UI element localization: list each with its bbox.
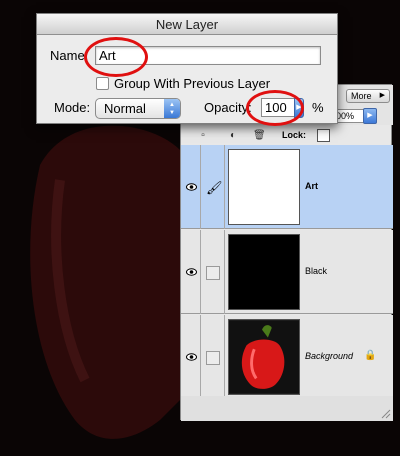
paintbrush-icon: 🖌 <box>206 180 223 195</box>
lock-transparency-checkbox[interactable] <box>317 129 330 142</box>
layer-row-art[interactable]: 🖌 Art <box>181 145 393 229</box>
eye-icon[interactable] <box>186 183 197 191</box>
link-cell[interactable]: 🖌 <box>201 145 225 229</box>
group-checkbox[interactable] <box>96 77 109 90</box>
link-cell[interactable] <box>201 230 225 314</box>
visibility-cell[interactable] <box>181 315 201 399</box>
highlight-circle-opacity <box>246 90 304 126</box>
visibility-cell[interactable] <box>181 145 201 229</box>
mode-label: Mode: <box>54 100 91 115</box>
group-label: Group With Previous Layer <box>114 76 271 91</box>
dialog-title: New Layer <box>37 14 337 35</box>
trash-icon[interactable]: 🗑 <box>253 130 266 142</box>
mode-select[interactable]: Normal ▲ ▼ <box>95 98 181 119</box>
lock-label: Lock: <box>282 130 307 140</box>
layer-thumbnail <box>228 234 300 310</box>
pepper-thumbnail <box>228 319 300 395</box>
layers-palette: More ▶ 100% ▶ ▫ ◐ 🗑 Lock: 🖌 Art Black Ba… <box>180 84 393 421</box>
new-layer-icon[interactable]: ▫ <box>197 130 209 142</box>
fill-arrow-icon[interactable]: ▶ <box>363 108 377 124</box>
mode-value: Normal <box>104 101 146 116</box>
select-arrows-icon: ▲ ▼ <box>164 99 180 118</box>
layer-row-black[interactable]: Black <box>181 230 393 314</box>
name-label: Name: <box>50 48 89 63</box>
visibility-cell[interactable] <box>181 230 201 314</box>
lock-icon: 🔒 <box>364 350 377 361</box>
highlight-circle-name <box>84 37 148 77</box>
layer-name: Background <box>305 351 354 361</box>
more-arrow-icon: ▶ <box>379 92 385 99</box>
eye-icon[interactable] <box>186 268 197 276</box>
more-label: More <box>351 91 372 101</box>
layer-name: Art <box>305 181 318 191</box>
link-box[interactable] <box>206 266 220 280</box>
palette-footer <box>181 396 393 421</box>
opacity-label: Opacity: <box>204 100 252 115</box>
link-box[interactable] <box>206 351 220 365</box>
lock-row: ▫ ◐ 🗑 Lock: <box>181 127 393 145</box>
link-cell[interactable] <box>201 315 225 399</box>
layer-name: Black <box>305 266 328 276</box>
resize-grip-icon[interactable] <box>379 407 391 419</box>
layer-row-background[interactable]: Background 🔒 <box>181 315 393 399</box>
more-button[interactable]: More ▶ <box>346 89 390 103</box>
layer-thumbnail <box>228 149 300 225</box>
opacity-unit: % <box>312 100 324 115</box>
adjustment-layer-icon[interactable]: ◐ <box>227 130 239 142</box>
eye-icon[interactable] <box>186 353 197 361</box>
